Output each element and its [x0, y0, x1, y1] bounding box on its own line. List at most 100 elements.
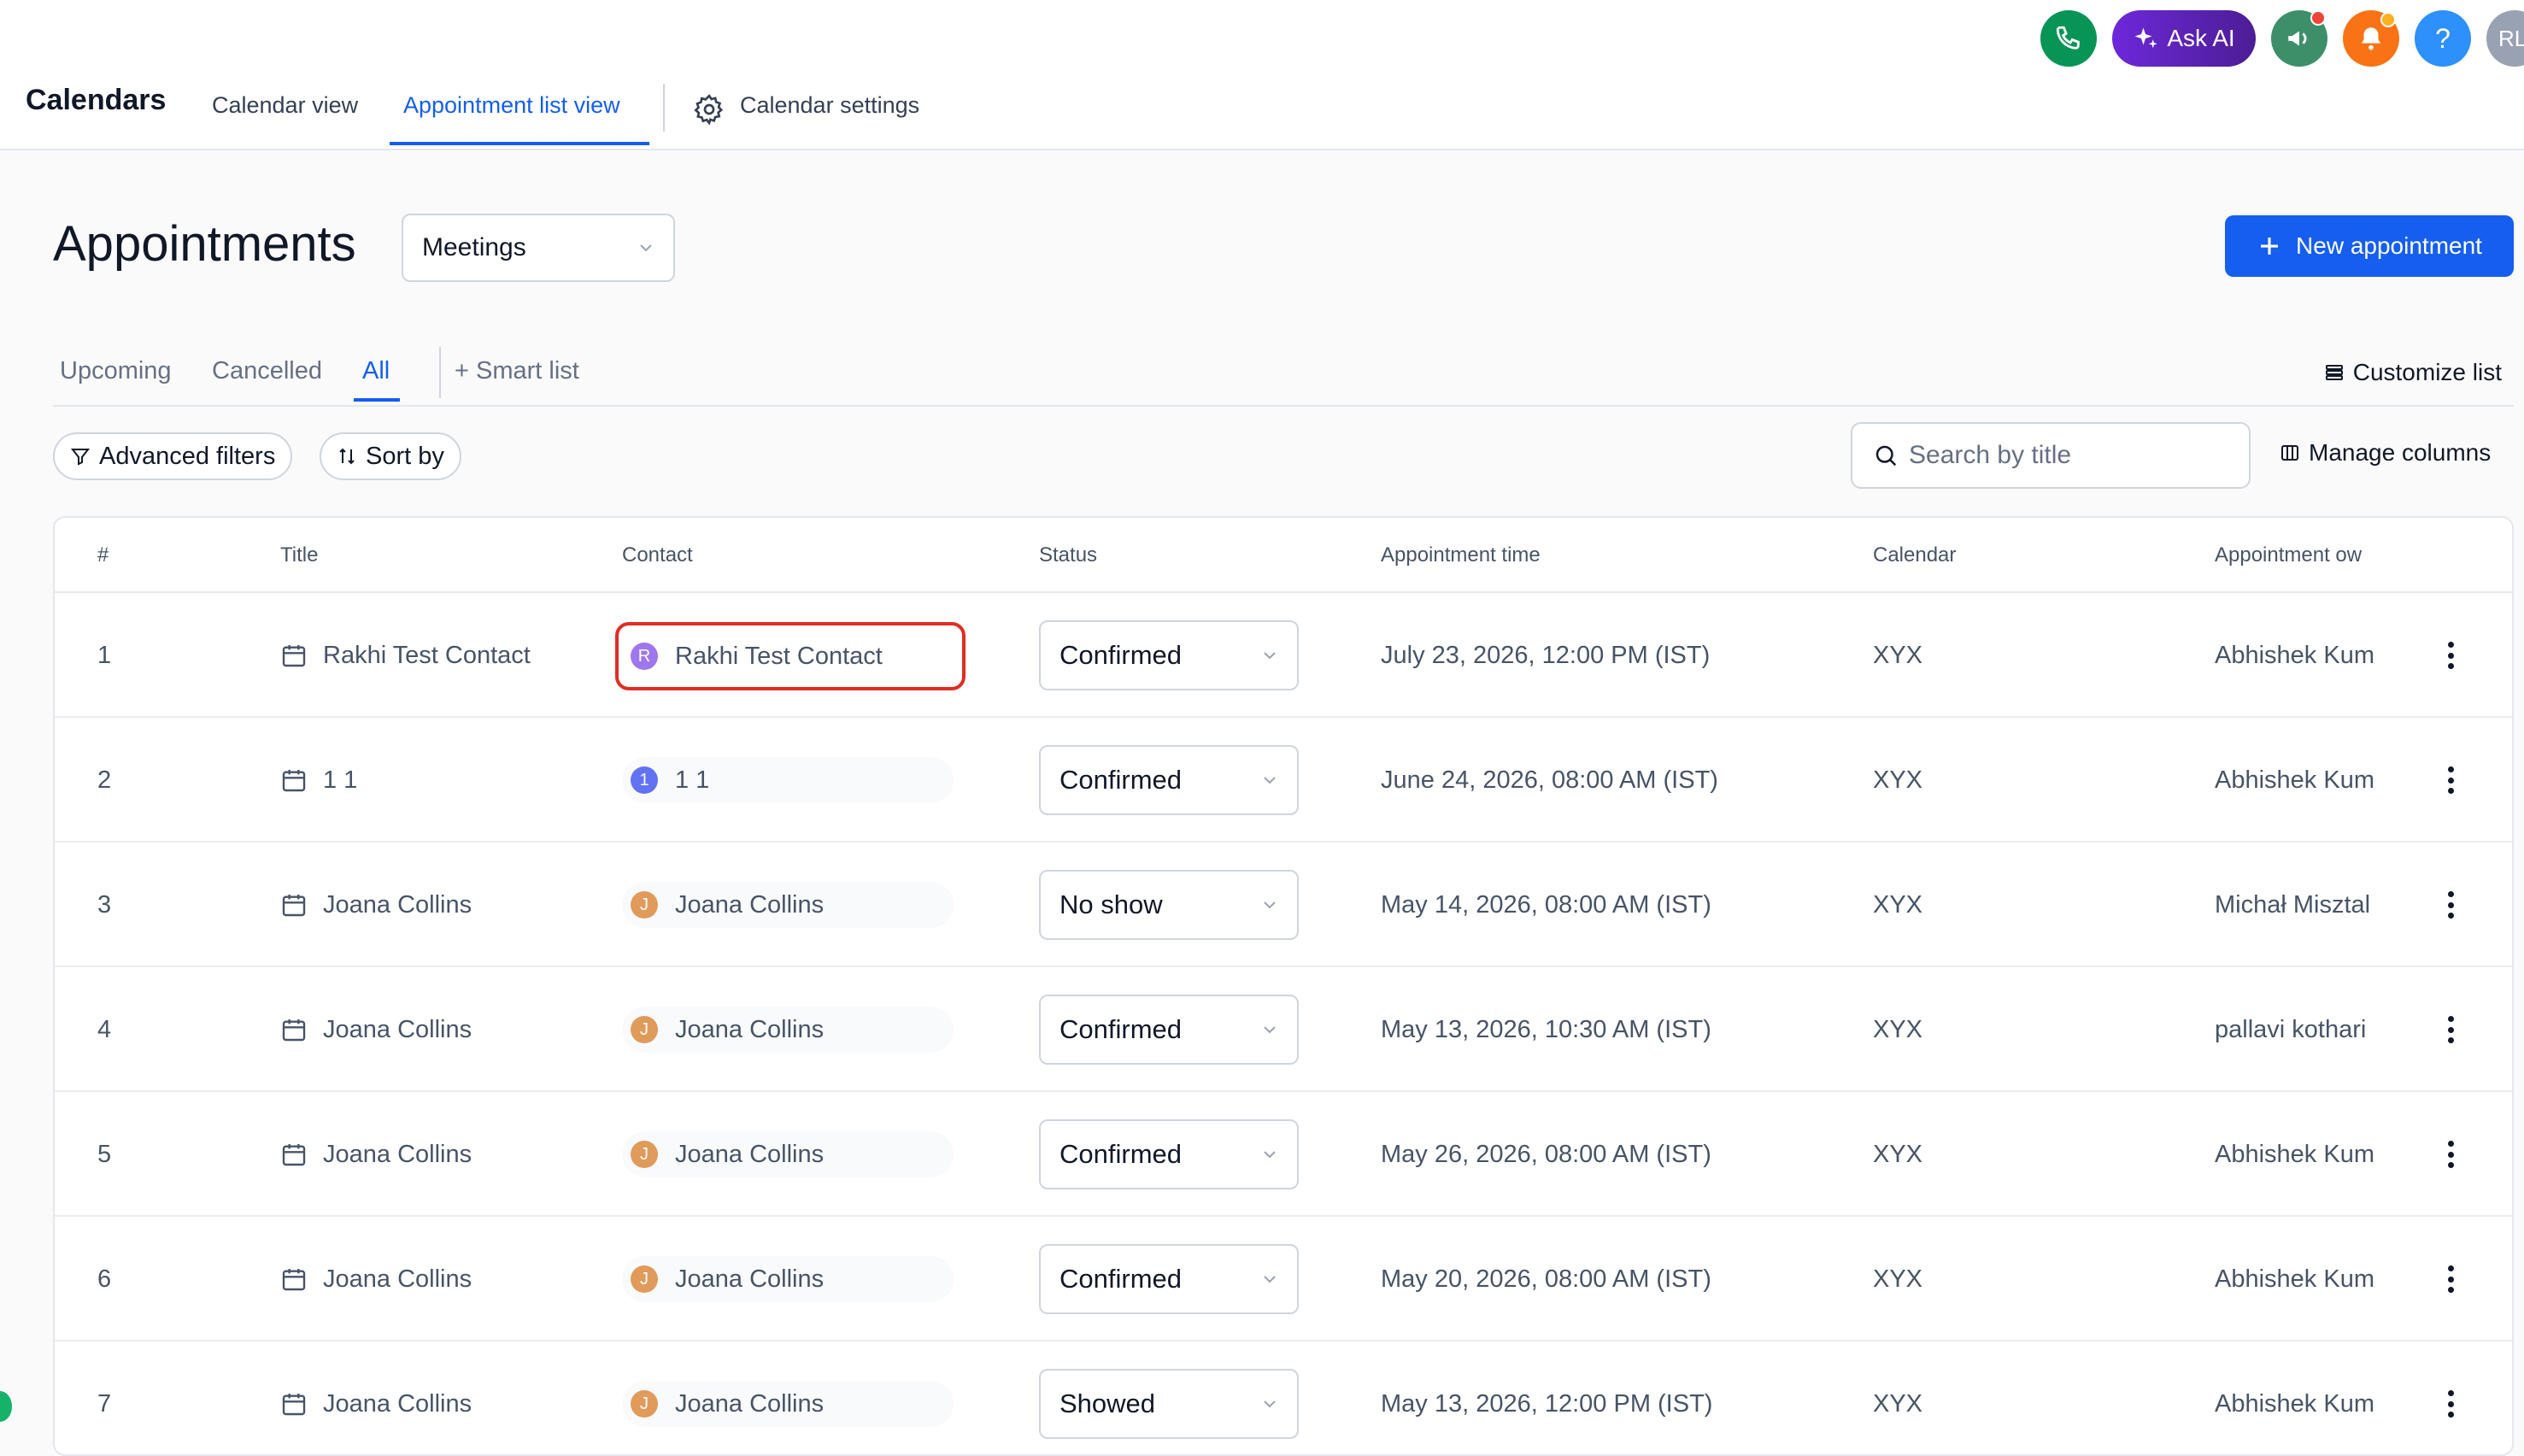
notifications-button[interactable]: [2343, 10, 2399, 67]
calendar-name: XYX: [1873, 1265, 1923, 1293]
chevron-down-icon: [1264, 777, 1276, 784]
sort-by-label: Sort by: [366, 442, 444, 470]
status-select[interactable]: Showed: [1039, 1369, 1299, 1439]
appointment-owner: Abhishek Kum: [2215, 1265, 2374, 1293]
contact-chip[interactable]: J Joana Collins: [622, 882, 954, 928]
table-header: # Title Contact Status Appointment time …: [55, 518, 2512, 593]
contact-avatar: J: [631, 1016, 658, 1043]
status-select[interactable]: Confirmed: [1039, 1119, 1299, 1189]
row-title[interactable]: Joana Collins: [280, 842, 472, 967]
chevron-down-icon: [1264, 1026, 1276, 1034]
column-header-title: Title: [280, 543, 319, 567]
kebab-menu-icon[interactable]: [2433, 763, 2468, 797]
contact-name: Joana Collins: [675, 1389, 825, 1418]
contact-name: Rakhi Test Contact: [675, 642, 883, 670]
nav-divider: [663, 84, 665, 132]
table-row[interactable]: 1 Rakhi Test Contact R Rakhi Test Contac…: [55, 593, 2512, 718]
new-appointment-button[interactable]: New appointment: [2225, 215, 2514, 277]
user-avatar[interactable]: RL: [2486, 10, 2524, 67]
customize-list-button[interactable]: Customize list: [2324, 359, 2502, 386]
search-input[interactable]: Search by title: [1851, 422, 2251, 489]
contact-chip[interactable]: J Joana Collins: [622, 1007, 954, 1053]
advanced-filters-button[interactable]: Advanced filters: [53, 432, 293, 480]
table-row[interactable]: 6 Joana Collins J Joana Collins Confirme…: [55, 1217, 2512, 1342]
row-title[interactable]: Joana Collins: [280, 1092, 472, 1217]
phone-icon: [2056, 26, 2080, 50]
row-title[interactable]: Rakhi Test Contact: [280, 593, 531, 718]
smart-list-button[interactable]: + Smart list: [455, 357, 579, 385]
subtab-divider: [439, 347, 441, 398]
status-select[interactable]: Confirmed: [1039, 620, 1299, 690]
chevron-down-icon: [640, 244, 652, 252]
manage-columns-button[interactable]: Manage columns: [2280, 439, 2491, 467]
status-select[interactable]: Confirmed: [1039, 1244, 1299, 1314]
table-row[interactable]: 3 Joana Collins J Joana Collins No show …: [55, 842, 2512, 967]
table-row[interactable]: 4 Joana Collins J Joana Collins Confirme…: [55, 967, 2512, 1092]
tab-upcoming[interactable]: Upcoming: [60, 357, 172, 385]
ask-ai-button[interactable]: Ask AI: [2112, 10, 2256, 67]
contact-chip[interactable]: 1 1 1: [622, 757, 954, 803]
gear-icon[interactable]: [692, 92, 726, 126]
tab-calendar-settings[interactable]: Calendar settings: [740, 92, 919, 119]
help-icon: ?: [2435, 22, 2451, 54]
tab-appointment-list-view[interactable]: Appointment list view: [403, 92, 620, 119]
row-title[interactable]: Joana Collins: [280, 1217, 472, 1342]
contact-chip[interactable]: J Joana Collins: [622, 1256, 954, 1302]
kebab-menu-icon[interactable]: [2433, 1387, 2468, 1421]
contact-chip[interactable]: J Joana Collins: [622, 1131, 954, 1177]
sort-by-button[interactable]: Sort by: [320, 432, 461, 480]
contact-name: Joana Collins: [675, 1265, 825, 1293]
kebab-menu-icon[interactable]: [2433, 888, 2468, 922]
calendar-filter-value: Meetings: [422, 233, 526, 261]
plus-icon: [2261, 238, 2279, 255]
chevron-down-icon: [1264, 1151, 1276, 1159]
contact-chip[interactable]: J Joana Collins: [622, 1381, 954, 1427]
tab-cancelled[interactable]: Cancelled: [212, 357, 322, 385]
search-icon: [1875, 445, 1897, 467]
bell-icon: [2361, 27, 2381, 50]
new-appointment-label: New appointment: [2296, 232, 2482, 259]
kebab-menu-icon[interactable]: [2433, 1013, 2468, 1047]
row-title[interactable]: Joana Collins: [280, 1342, 472, 1454]
row-title-text: Rakhi Test Contact: [323, 641, 531, 669]
table-row[interactable]: 7 Joana Collins J Joana Collins Showed M…: [55, 1342, 2512, 1454]
phone-button[interactable]: [2040, 10, 2097, 67]
customize-list-label: Customize list: [2352, 359, 2502, 385]
contact-chip[interactable]: R Rakhi Test Contact: [615, 622, 966, 690]
calendar-icon: [282, 645, 306, 667]
contact-name: Joana Collins: [675, 1015, 825, 1043]
appointment-time: May 14, 2026, 08:00 AM (IST): [1381, 890, 1711, 919]
tab-calendar-view[interactable]: Calendar view: [212, 92, 358, 119]
contact-name: Joana Collins: [675, 890, 825, 919]
appointment-time: July 23, 2026, 12:00 PM (IST): [1381, 641, 1711, 669]
announcements-button[interactable]: [2271, 10, 2327, 67]
appointment-owner: Michał Misztal: [2215, 890, 2371, 919]
appointment-owner: Abhishek Kum: [2215, 766, 2374, 794]
calendar-filter-select[interactable]: Meetings: [402, 214, 675, 282]
row-title-text: 1 1: [323, 766, 358, 794]
row-number: 6: [97, 1265, 112, 1293]
status-select[interactable]: Confirmed: [1039, 995, 1299, 1065]
tab-all[interactable]: All: [362, 357, 390, 385]
top-bar: Calendars Calendar view Appointment list…: [0, 0, 2524, 150]
table-row[interactable]: 5 Joana Collins J Joana Collins Confirme…: [55, 1092, 2512, 1217]
kebab-menu-icon[interactable]: [2433, 1137, 2468, 1171]
row-title[interactable]: Joana Collins: [280, 967, 472, 1092]
appointment-time: May 20, 2026, 08:00 AM (IST): [1381, 1265, 1711, 1293]
kebab-menu-icon[interactable]: [2433, 638, 2468, 672]
column-header-owner: Appointment ow: [2215, 543, 2363, 567]
status-select[interactable]: No show: [1039, 870, 1299, 940]
status-select[interactable]: Confirmed: [1039, 745, 1299, 815]
column-header-number: #: [97, 543, 109, 567]
contact-name: 1 1: [675, 766, 710, 794]
status-value: Confirmed: [1059, 765, 1182, 795]
calendar-icon: [282, 1144, 306, 1166]
help-button[interactable]: ?: [2415, 10, 2471, 67]
row-title[interactable]: 1 1: [280, 718, 357, 842]
calendar-name: XYX: [1873, 766, 1923, 794]
kebab-menu-icon[interactable]: [2433, 1262, 2468, 1296]
table-row[interactable]: 2 1 1 1 1 1 Confirmed June 24, 2026, 08:…: [55, 718, 2512, 842]
column-header-calendar: Calendar: [1873, 543, 1957, 567]
appointment-time: May 13, 2026, 10:30 AM (IST): [1381, 1015, 1711, 1043]
calendar-icon: [282, 770, 306, 792]
